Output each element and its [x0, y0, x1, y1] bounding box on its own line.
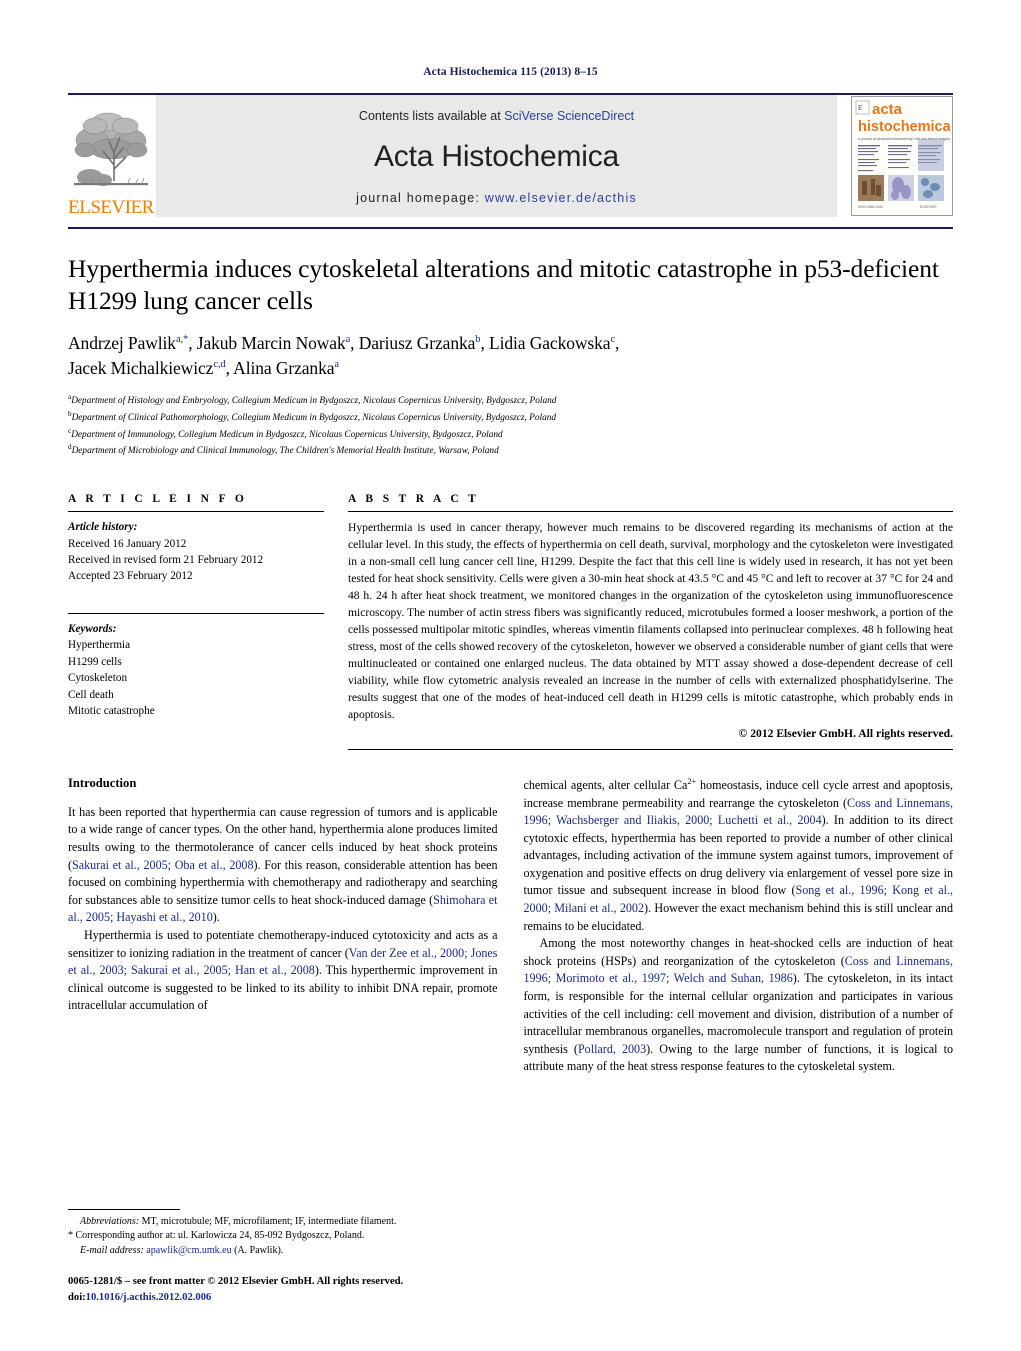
- intro-paragraph-4: Among the most noteworthy changes in hea…: [524, 935, 954, 1076]
- author-separator: , Alina Grzanka: [225, 358, 335, 379]
- keywords-label: Keywords:: [68, 622, 117, 635]
- contents-list-line: Contents lists available at SciVerse Sci…: [359, 109, 634, 123]
- journal-title: Acta Histochemica: [373, 140, 620, 173]
- keywords-block: Keywords: Hyperthermia H1299 cells Cytos…: [68, 614, 324, 720]
- abstract-column: A B S T R A C T Hyperthermia is used in …: [348, 493, 953, 750]
- citation-link[interactable]: Sakurai et al., 2005; Oba et al., 2008: [72, 858, 254, 872]
- journal-masthead: ELSEVIER Contents lists available at Sci…: [68, 93, 953, 217]
- abstract-text: Hyperthermia is used in cancer therapy, …: [348, 521, 953, 721]
- email-label: E-mail address:: [80, 1244, 144, 1256]
- intro-paragraph-2: Hyperthermia is used to potentiate chemo…: [68, 927, 498, 1015]
- keyword-item: Hyperthermia: [68, 639, 131, 652]
- elsevier-tree-icon: [74, 112, 148, 186]
- body-column-right: chemical agents, alter cellular Ca2+ hom…: [524, 776, 954, 1076]
- homepage-prefix: journal homepage:: [356, 191, 485, 205]
- journal-homepage-line: journal homepage: www.elsevier.de/acthis: [356, 191, 637, 205]
- author-separator: , Lidia Gackowska: [480, 333, 611, 354]
- footnote-email: E-mail address: apawlik@cm.umk.eu (A. Pa…: [68, 1244, 503, 1259]
- author-separator: , Jakub Marcin Nowak: [188, 333, 346, 354]
- keyword-item: Mitotic catastrophe: [68, 705, 155, 718]
- elsevier-logo: ELSEVIER: [68, 95, 154, 217]
- abstract-copyright: © 2012 Elsevier GmbH. All rights reserve…: [738, 726, 953, 740]
- doi-link[interactable]: 10.1016/j.acthis.2012.02.006: [86, 1292, 212, 1303]
- abstract-heading: A B S T R A C T: [348, 493, 480, 506]
- article-history-block: Article history: Received 16 January 201…: [68, 512, 324, 585]
- cover-artwork-icon: E acta histochemica a journal of structu…: [852, 97, 952, 213]
- superscript-charge: 2+: [687, 776, 697, 786]
- journal-banner: Contents lists available at SciVerse Sci…: [156, 95, 837, 217]
- intro-paragraph-3: chemical agents, alter cellular Ca2+ hom…: [524, 776, 954, 935]
- paragraph-text: chemical agents, alter cellular Ca: [523, 777, 688, 792]
- body-columns: Introduction It has been reported that h…: [68, 776, 953, 1076]
- doi-label: doi:: [68, 1291, 86, 1303]
- journal-homepage-link[interactable]: www.elsevier.de/acthis: [485, 191, 637, 205]
- history-accepted: Accepted 23 February 2012: [68, 570, 193, 583]
- affiliation-item: aDepartment of Histology and Embryology,…: [68, 392, 953, 409]
- author-separator: , Dariusz Grzanka: [350, 333, 476, 354]
- affiliation-text: Department of Clinical Pathomorphology, …: [71, 412, 557, 423]
- footnote-abbreviations: Abbreviations: MT, microtubule; MF, micr…: [68, 1215, 503, 1230]
- history-revised: Received in revised form 21 February 201…: [68, 553, 264, 566]
- keyword-item: H1299 cells: [68, 655, 122, 668]
- author-affiliation-marker[interactable]: a,*: [176, 334, 188, 345]
- citation-link[interactable]: Pollard, 2003: [578, 1042, 646, 1056]
- svg-text:ELSEVIER: ELSEVIER: [920, 205, 937, 209]
- author-name: Andrzej Pawlik: [68, 333, 176, 354]
- email-link[interactable]: apawlik@cm.umk.eu: [146, 1245, 231, 1256]
- keyword-item: Cell death: [68, 688, 114, 701]
- email-suffix: (A. Pawlik).: [231, 1244, 284, 1256]
- article-history-label: Article history:: [68, 521, 138, 534]
- intro-paragraph-1: It has been reported that hyperthermia c…: [68, 804, 498, 927]
- footnote-block: Abbreviations: MT, microtubule; MF, micr…: [68, 1208, 503, 1305]
- info-abstract-section: A R T I C L E I N F O Article history: R…: [68, 493, 953, 750]
- svg-text:histochemica: histochemica: [858, 119, 950, 135]
- title-divider: [68, 227, 953, 229]
- journal-article-page: Acta Histochemica 115 (2013) 8–15 ELSEVI…: [0, 0, 1021, 1351]
- imprint-line: 0065-1281/$ – see front matter © 2012 El…: [68, 1276, 404, 1288]
- history-received: Received 16 January 2012: [68, 537, 187, 550]
- body-column-left: Introduction It has been reported that h…: [68, 776, 498, 1076]
- imprint-block: 0065-1281/$ – see front matter © 2012 El…: [68, 1274, 503, 1305]
- affiliation-item: cDepartment of Immunology, Collegium Med…: [68, 426, 953, 443]
- corresponding-text: Corresponding author at: ul. Karlowicza …: [73, 1230, 365, 1242]
- abbreviations-text: MT, microtubule; MF, microfilament; IF, …: [139, 1215, 397, 1227]
- affiliation-item: bDepartment of Clinical Pathomorphology,…: [68, 409, 953, 426]
- svg-text:E: E: [858, 104, 862, 112]
- affiliation-item: dDepartment of Microbiology and Clinical…: [68, 442, 953, 459]
- affiliation-text: Department of Histology and Embryology, …: [71, 396, 557, 407]
- affiliation-text: Department of Immunology, Collegium Medi…: [71, 429, 503, 440]
- page-title: Hyperthermia induces cytoskeletal altera…: [68, 254, 939, 316]
- author-name: Jacek Michalkiewicz: [68, 358, 214, 379]
- article-info-heading: A R T I C L E I N F O: [68, 493, 248, 506]
- author-separator: ,: [615, 333, 620, 354]
- author-list: Andrzej Pawlika,*, Jakub Marcin Nowaka, …: [68, 331, 953, 381]
- svg-text:ISSN 0065-1281: ISSN 0065-1281: [858, 205, 883, 209]
- abstract-bottom-divider: [348, 748, 953, 750]
- author-affiliation-marker[interactable]: a: [334, 359, 339, 370]
- svg-text:acta: acta: [872, 101, 903, 118]
- abbreviations-label: Abbreviations:: [80, 1215, 140, 1227]
- contents-prefix: Contents lists available at: [358, 109, 505, 123]
- affiliation-list: aDepartment of Histology and Embryology,…: [68, 392, 953, 459]
- keyword-item: Cytoskeleton: [68, 672, 128, 685]
- author-affiliation-marker[interactable]: c,d: [213, 359, 225, 370]
- affiliation-text: Department of Microbiology and Clinical …: [71, 446, 499, 457]
- sciencedirect-link[interactable]: SciVerse ScienceDirect: [504, 109, 634, 123]
- article-info-column: A R T I C L E I N F O Article history: R…: [68, 493, 324, 750]
- doi-line: doi:10.1016/j.acthis.2012.02.006: [68, 1290, 503, 1305]
- section-heading-introduction: Introduction: [68, 775, 137, 790]
- footnote-corresponding-author: * Corresponding author at: ul. Karlowicz…: [68, 1229, 503, 1244]
- journal-cover-thumbnail: E acta histochemica a journal of structu…: [851, 96, 953, 216]
- footnote-divider: [68, 1208, 180, 1210]
- elsevier-wordmark: ELSEVIER: [68, 197, 154, 218]
- running-head: Acta Histochemica 115 (2013) 8–15: [423, 66, 598, 78]
- paragraph-text: ).: [212, 910, 220, 925]
